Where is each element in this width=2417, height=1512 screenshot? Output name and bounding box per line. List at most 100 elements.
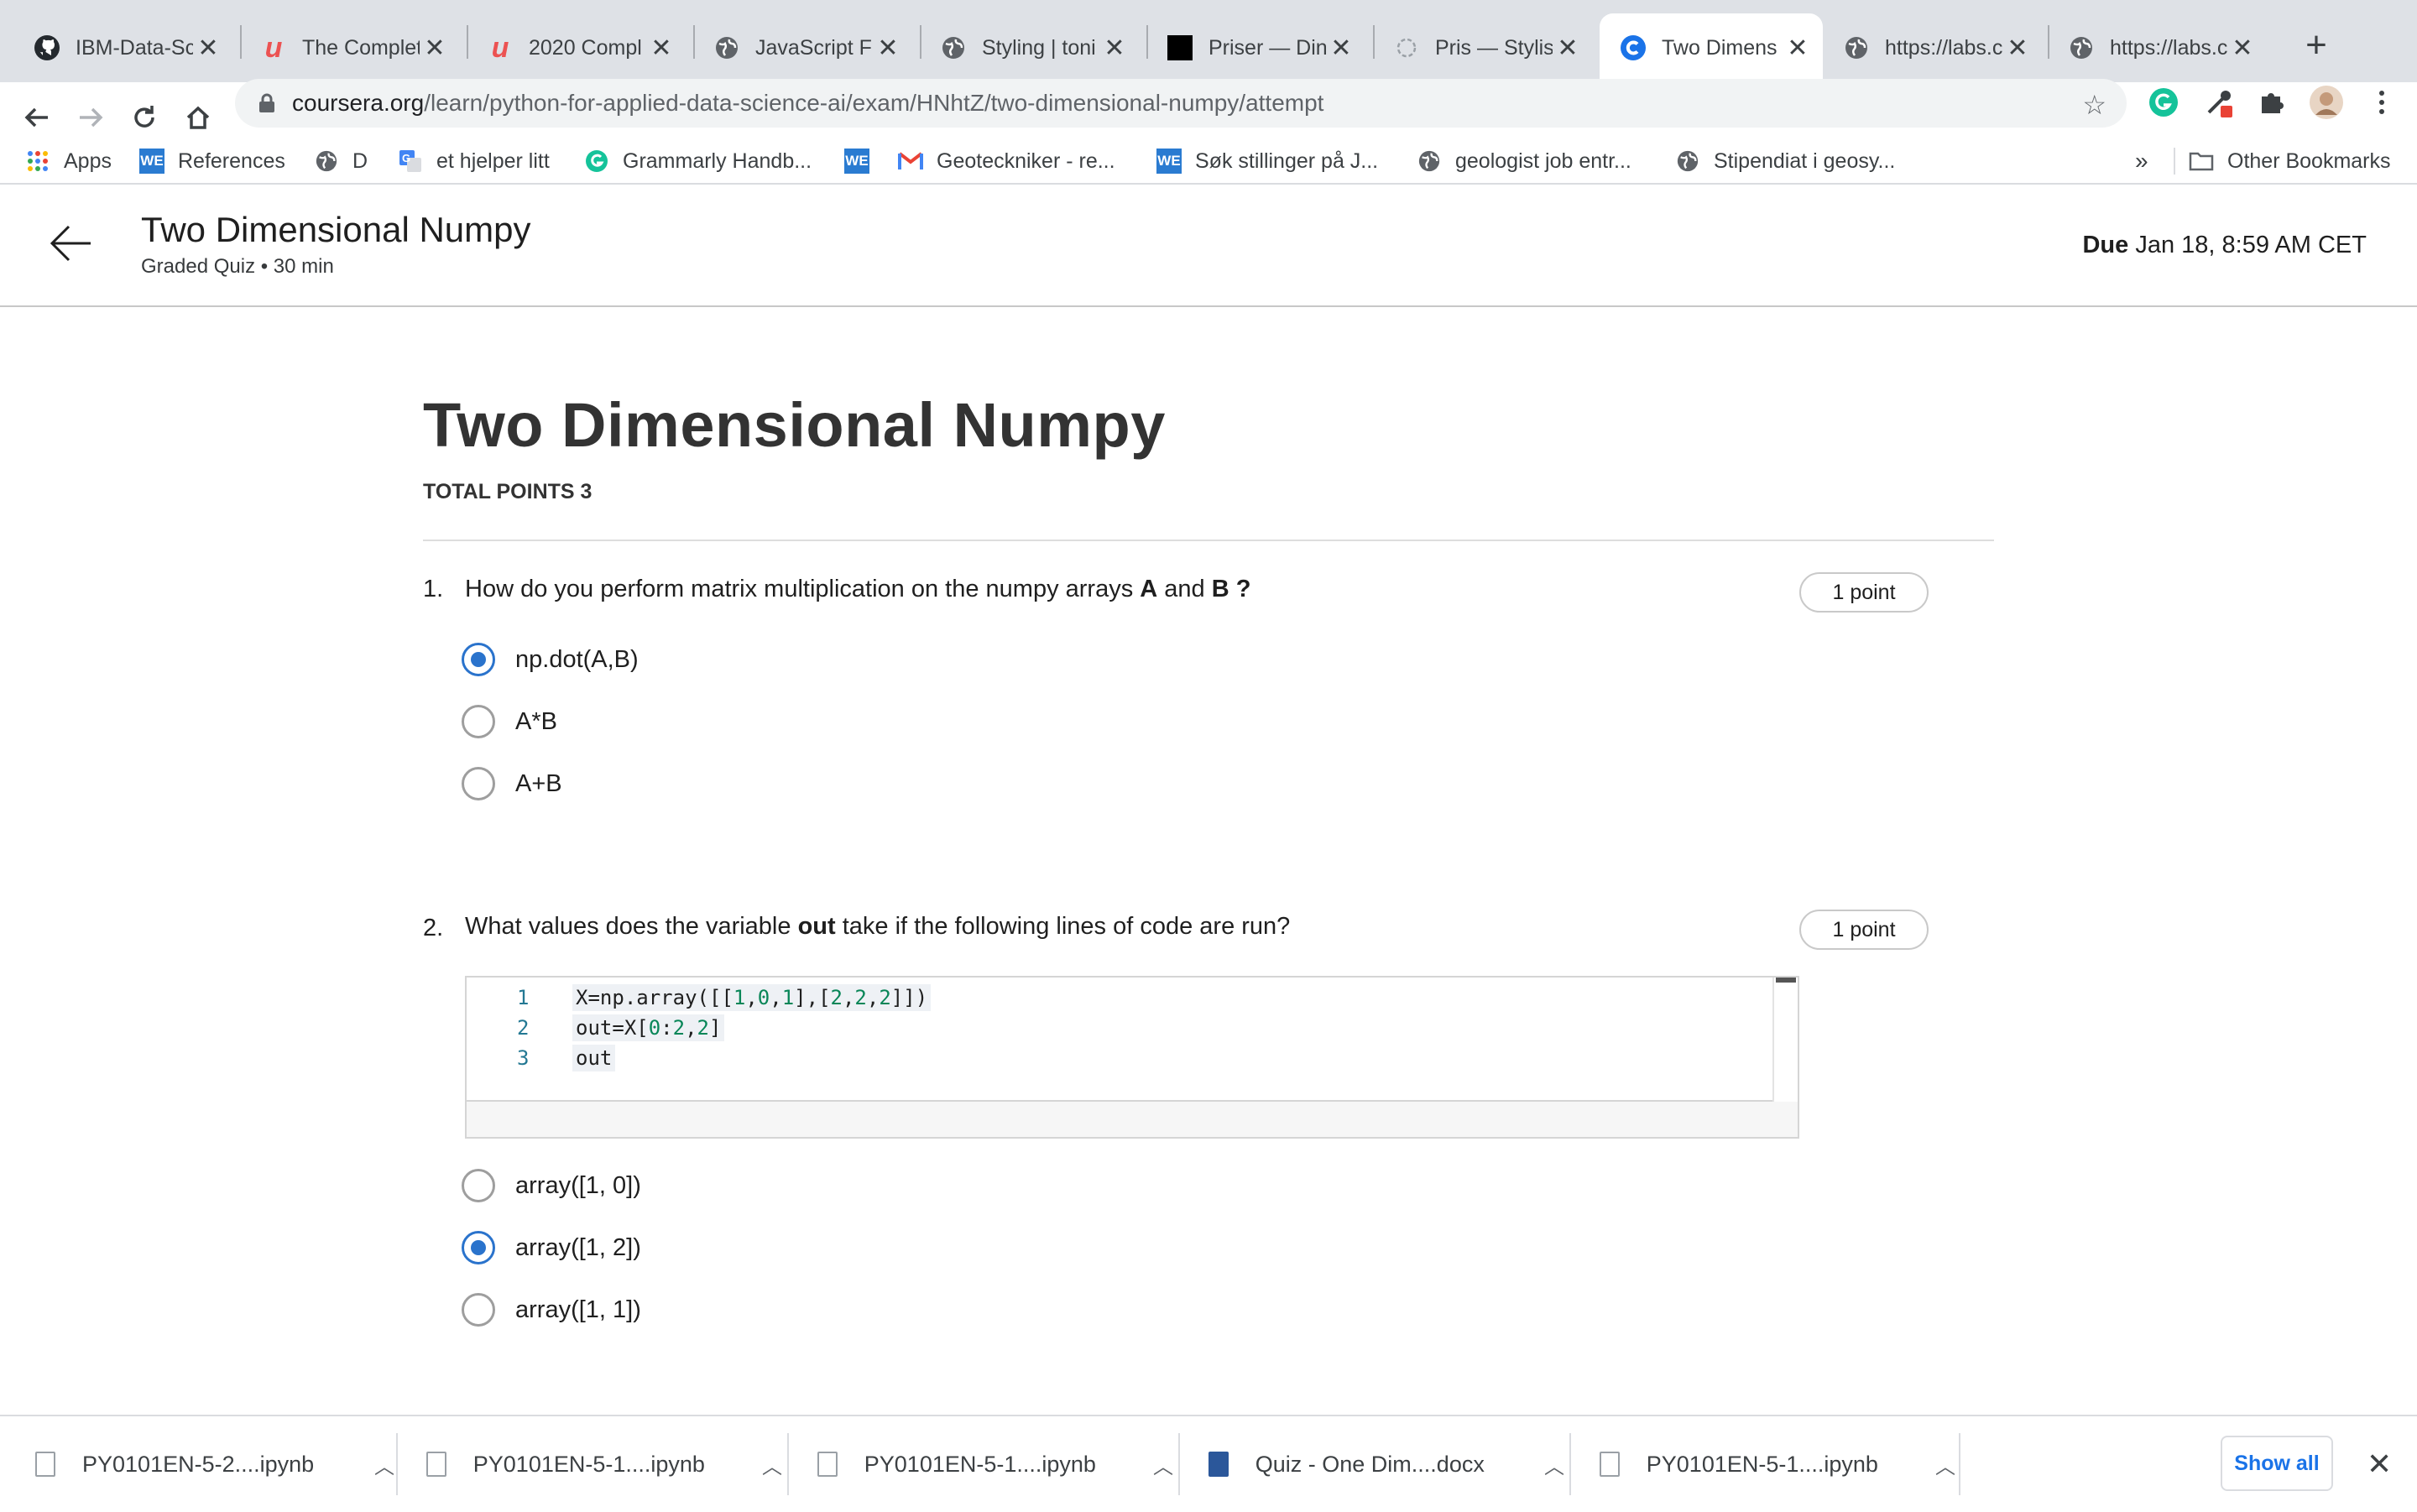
points-badge: 1 point <box>1799 572 1929 613</box>
close-icon[interactable]: ✕ <box>193 33 223 63</box>
show-all-button[interactable]: Show all <box>2221 1436 2333 1491</box>
code-text: out <box>572 1045 616 1071</box>
tab-priser[interactable]: Priser — Din ✕ <box>1146 13 1366 82</box>
code-editor[interactable]: 1 X=np.array([[1,0,1],[2,2,2]]) 2 out=X[… <box>467 978 1774 1102</box>
udemy-icon: u <box>491 31 509 64</box>
answer-option[interactable]: array([1, 2]) <box>462 1228 641 1268</box>
bookmark-stipendiat[interactable]: Stipendiat i geosy... <box>1675 144 1895 178</box>
other-bookmarks-folder[interactable]: Other Bookmarks <box>2189 144 2391 178</box>
tab-pris-stylist[interactable]: Pris — Stylis ✕ <box>1373 13 1593 82</box>
points-badge: 1 point <box>1799 910 1929 950</box>
grammarly-extension-icon[interactable] <box>2145 84 2182 121</box>
tab-2020-complete[interactable]: u 2020 Compl ✕ <box>467 13 686 82</box>
answer-option[interactable]: array([1, 0]) <box>462 1165 641 1206</box>
reload-button[interactable] <box>124 97 164 138</box>
tab-title: https://labs.c <box>2110 35 2227 60</box>
bookmark-label: Stipendiat i geosy... <box>1714 149 1896 173</box>
forward-button[interactable] <box>70 97 111 138</box>
question-number: 1. <box>423 576 444 602</box>
back-button[interactable] <box>17 97 57 138</box>
globe-icon <box>1843 34 1870 61</box>
radio-button[interactable] <box>462 1293 495 1327</box>
bookmark-we[interactable]: WE <box>844 144 883 178</box>
tab-strip: IBM-Data-Sc ✕ u The Complet ✕ u 2020 Com… <box>0 0 2417 82</box>
download-item[interactable]: PY0101EN-5-1....ipynb ︿ <box>391 1416 782 1512</box>
tab-ibm-data-science[interactable]: IBM-Data-Sc ✕ <box>13 13 233 82</box>
close-icon[interactable]: ✕ <box>1099 33 1130 63</box>
close-icon[interactable]: ✕ <box>2002 33 2033 63</box>
radio-button[interactable] <box>462 767 495 800</box>
close-icon[interactable]: ✕ <box>646 33 676 63</box>
tab-title: The Complet <box>302 35 420 60</box>
bookmark-label: Geoteckniker - re... <box>937 149 1115 173</box>
download-item[interactable]: PY0101EN-5-1....ipynb ︿ <box>1564 1416 1955 1512</box>
extensions-puzzle-icon[interactable] <box>2253 84 2289 121</box>
line-number: 2 <box>517 1016 530 1040</box>
home-button[interactable] <box>178 97 218 138</box>
close-icon[interactable]: ✕ <box>2367 1447 2392 1482</box>
tab-title: IBM-Data-Sc <box>76 35 193 60</box>
bookmark-geoteckniker[interactable]: Geoteckniker - re... <box>898 144 1115 178</box>
question-text-part: take if the following lines of code are … <box>835 913 1291 940</box>
radio-button[interactable] <box>462 1169 495 1202</box>
file-icon <box>35 1452 55 1477</box>
code-scrollbar[interactable] <box>1772 978 1798 1102</box>
chevron-up-icon[interactable]: ︿ <box>1544 1450 1564 1479</box>
header-title: Two Dimensional Numpy <box>141 210 531 249</box>
lock-icon <box>259 93 274 112</box>
bookmark-grammarly-handbook[interactable]: Grammarly Handb... <box>584 144 812 178</box>
radio-button-checked[interactable] <box>462 643 495 676</box>
profile-avatar[interactable] <box>2308 84 2345 121</box>
code-block: 1 X=np.array([[1,0,1],[2,2,2]]) 2 out=X[… <box>465 976 1799 1139</box>
bookmark-geologist-job[interactable]: geologist job entr... <box>1417 144 1631 178</box>
tab-two-dimensional-active[interactable]: Two Dimens ✕ <box>1600 13 1823 82</box>
bookmark-sok-stillinger[interactable]: WE Søk stillinger på J... <box>1156 144 1378 178</box>
answer-option[interactable]: array([1, 1]) <box>462 1290 641 1330</box>
bookmark-references[interactable]: WE References <box>139 144 285 178</box>
chevron-up-icon[interactable]: ︿ <box>1935 1450 1955 1479</box>
bookmark-apps[interactable]: Apps <box>25 144 112 178</box>
tab-labs-2[interactable]: https://labs.c ✕ <box>2048 13 2268 82</box>
bookmarks-overflow-button[interactable]: » <box>2135 144 2148 178</box>
bookmark-d[interactable]: D <box>314 144 368 178</box>
radio-button-checked[interactable] <box>462 1231 495 1264</box>
address-bar[interactable]: coursera.org/learn/python-for-applied-da… <box>235 79 2127 128</box>
we-icon: WE <box>844 149 869 174</box>
file-icon <box>817 1452 838 1477</box>
tab-title: Styling | toni <box>982 35 1096 60</box>
back-arrow-icon[interactable] <box>47 220 94 267</box>
answer-option[interactable]: A+B <box>462 764 562 804</box>
download-item[interactable]: PY0101EN-5-1....ipynb ︿ <box>782 1416 1173 1512</box>
close-icon[interactable]: ✕ <box>1783 33 1813 63</box>
due-value: Jan 18, 8:59 AM CET <box>2135 232 2367 258</box>
close-icon[interactable]: ✕ <box>2227 33 2258 63</box>
question-text-part: and <box>1157 576 1212 602</box>
question-text-bold: out <box>797 913 836 940</box>
chevron-up-icon[interactable]: ︿ <box>762 1450 782 1479</box>
folder-icon <box>2189 149 2214 174</box>
download-item[interactable]: PY0101EN-5-2....ipynb ︿ <box>0 1416 394 1512</box>
radio-button[interactable] <box>462 705 495 738</box>
download-item[interactable]: Quiz - One Dim....docx ︿ <box>1173 1416 1564 1512</box>
bookmark-star-icon[interactable]: ☆ <box>2082 89 2106 121</box>
tab-labs-1[interactable]: https://labs.c ✕ <box>1823 13 2043 82</box>
answer-option[interactable]: A*B <box>462 701 557 742</box>
close-icon[interactable]: ✕ <box>1553 33 1583 63</box>
chevron-up-icon[interactable]: ︿ <box>1153 1450 1173 1479</box>
bookmark-label: D <box>352 149 368 173</box>
tab-javascript[interactable]: JavaScript F ✕ <box>693 13 913 82</box>
close-icon[interactable]: ✕ <box>873 33 903 63</box>
eyedropper-extension-icon[interactable] <box>2200 84 2237 121</box>
tab-title: Two Dimens <box>1662 35 1778 60</box>
option-label: np.dot(A,B) <box>515 645 639 673</box>
bookmark-et-hjelper-litt[interactable]: G et hjelper litt <box>398 144 550 178</box>
new-tab-button[interactable]: + <box>2293 22 2340 69</box>
tab-complete-course[interactable]: u The Complet ✕ <box>240 13 460 82</box>
answer-option[interactable]: np.dot(A,B) <box>462 639 639 680</box>
browser-menu-icon[interactable] <box>2363 84 2400 121</box>
globe-icon <box>314 149 339 174</box>
close-icon[interactable]: ✕ <box>1326 33 1356 63</box>
quiz-header: Two Dimensional Numpy Graded Quiz • 30 m… <box>0 186 2417 307</box>
close-icon[interactable]: ✕ <box>420 33 450 63</box>
tab-styling[interactable]: Styling | toni ✕ <box>920 13 1140 82</box>
